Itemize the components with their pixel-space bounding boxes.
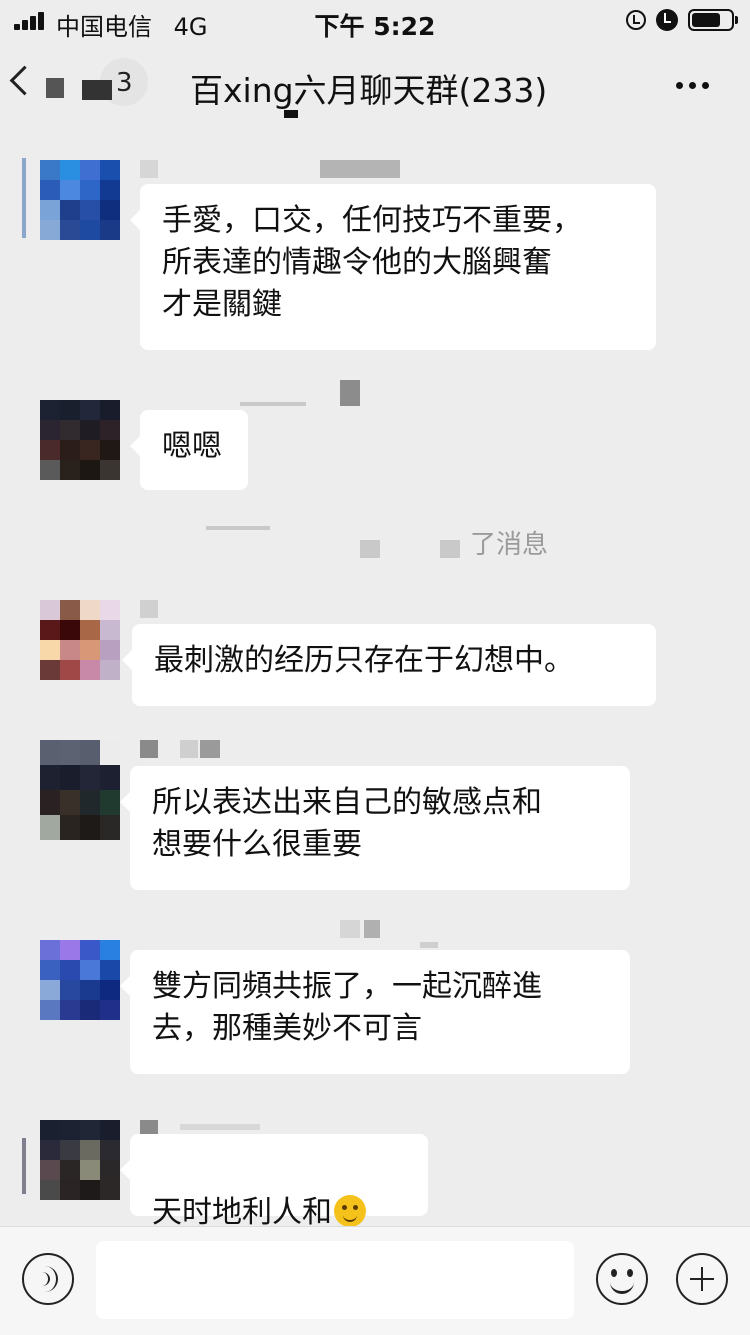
sender-name: [140, 600, 160, 618]
avatar[interactable]: [40, 600, 120, 680]
message-bubble[interactable]: 手愛，口交，任何技巧不重要， 所表達的情趣令他的大腦興奮 才是關鍵: [130, 184, 656, 350]
back-chevron-icon[interactable]: [9, 65, 40, 96]
message-bubble[interactable]: 嗯嗯: [130, 410, 248, 490]
rotation-lock-icon: [626, 10, 646, 30]
chat-title: 百xing六月聊天群(233): [190, 71, 548, 110]
input-bar: [0, 1226, 750, 1335]
pixelated-area: [284, 110, 298, 118]
pixelated-area: [22, 158, 26, 238]
battery-icon: [688, 9, 738, 31]
sender-name: [140, 160, 400, 178]
pixelated-area: [46, 78, 64, 98]
pixelated-area: [206, 526, 270, 530]
avatar[interactable]: [40, 400, 120, 480]
pixelated-area: [440, 540, 460, 558]
sender-name: [240, 380, 360, 406]
status-bar: 中国电信 4G 下午 5:22: [0, 0, 750, 41]
message-bubble[interactable]: 最刺激的经历只存在于幻想中。: [122, 624, 656, 706]
more-icon[interactable]: [676, 82, 709, 89]
pixelated-area: [360, 540, 380, 558]
message-bubble[interactable]: 所以表达出来自己的敏感点和 想要什么很重要: [120, 766, 630, 890]
system-notice: 了消息: [470, 530, 549, 560]
avatar[interactable]: [40, 740, 120, 840]
chat-header: 3 百xing六月聊天群(233): [0, 40, 750, 130]
sender-name: [340, 920, 440, 948]
voice-icon[interactable]: [22, 1253, 74, 1305]
message-input[interactable]: [96, 1241, 574, 1319]
plus-icon[interactable]: [676, 1253, 728, 1305]
emoji-icon[interactable]: [596, 1253, 648, 1305]
avatar[interactable]: [40, 1120, 120, 1200]
unread-count[interactable]: 3: [116, 68, 133, 98]
alarm-icon: [656, 9, 678, 31]
message-text: 天时地利人和: [152, 1195, 332, 1230]
pixelated-area: [82, 80, 112, 100]
status-icons: [626, 8, 738, 32]
avatar[interactable]: [40, 160, 120, 240]
message-bubble[interactable]: 雙方同頻共振了，一起沉醉進 去，那種美妙不可言: [120, 950, 630, 1074]
pixelated-area: [22, 1138, 26, 1194]
thinking-face-emoji: [334, 1195, 366, 1227]
avatar[interactable]: [40, 940, 120, 1020]
message-bubble[interactable]: 天时地利人和: [120, 1134, 428, 1230]
sender-name: [140, 740, 220, 758]
